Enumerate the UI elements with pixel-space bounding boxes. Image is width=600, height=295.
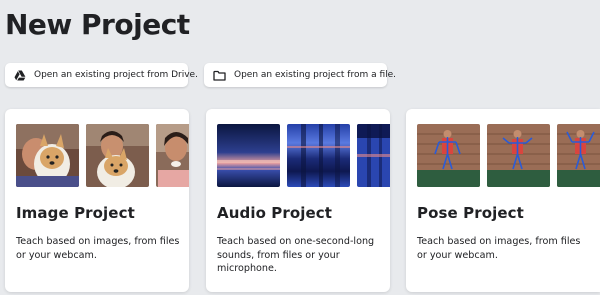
audio-project-card[interactable]: Audio Project Teach based on one-second-…: [206, 109, 390, 292]
image-project-thumbnails: [16, 124, 189, 187]
audio-project-thumbnails: [217, 124, 390, 187]
pose-thumbnail-image: [417, 124, 480, 187]
image-project-title: Image Project: [16, 204, 135, 222]
pose-project-card[interactable]: Pose Project Teach based on images, from…: [406, 109, 600, 292]
open-from-drive-label: Open an existing project from Drive.: [34, 70, 198, 80]
audio-project-description: Teach based on one-second-long sounds, f…: [217, 236, 375, 274]
open-from-file-button[interactable]: Open an existing project from a file.: [204, 63, 396, 87]
pose-project-description: Teach based on images, from files or you…: [417, 236, 581, 261]
folder-icon: [213, 69, 226, 81]
pose-project-title: Pose Project: [417, 204, 524, 222]
thumbnail-image: [86, 124, 149, 187]
spectrogram-image: [357, 124, 390, 187]
spectrogram-image: [217, 124, 280, 187]
open-from-drive-button[interactable]: Open an existing project from Drive.: [5, 63, 198, 87]
image-project-description: Teach based on images, from files or you…: [16, 236, 180, 261]
page-title: New Project: [5, 8, 190, 41]
spectrogram-image: [287, 124, 350, 187]
pose-thumbnail-image: [557, 124, 600, 187]
pose-project-thumbnails: [417, 124, 600, 187]
audio-project-title: Audio Project: [217, 204, 333, 222]
thumbnail-image: [156, 124, 189, 187]
open-from-file-label: Open an existing project from a file.: [234, 70, 397, 80]
image-project-card[interactable]: Image Project Teach based on images, fro…: [5, 109, 189, 292]
pose-thumbnail-image: [487, 124, 550, 187]
thumbnail-image: [16, 124, 79, 187]
google-drive-icon: [14, 69, 26, 81]
